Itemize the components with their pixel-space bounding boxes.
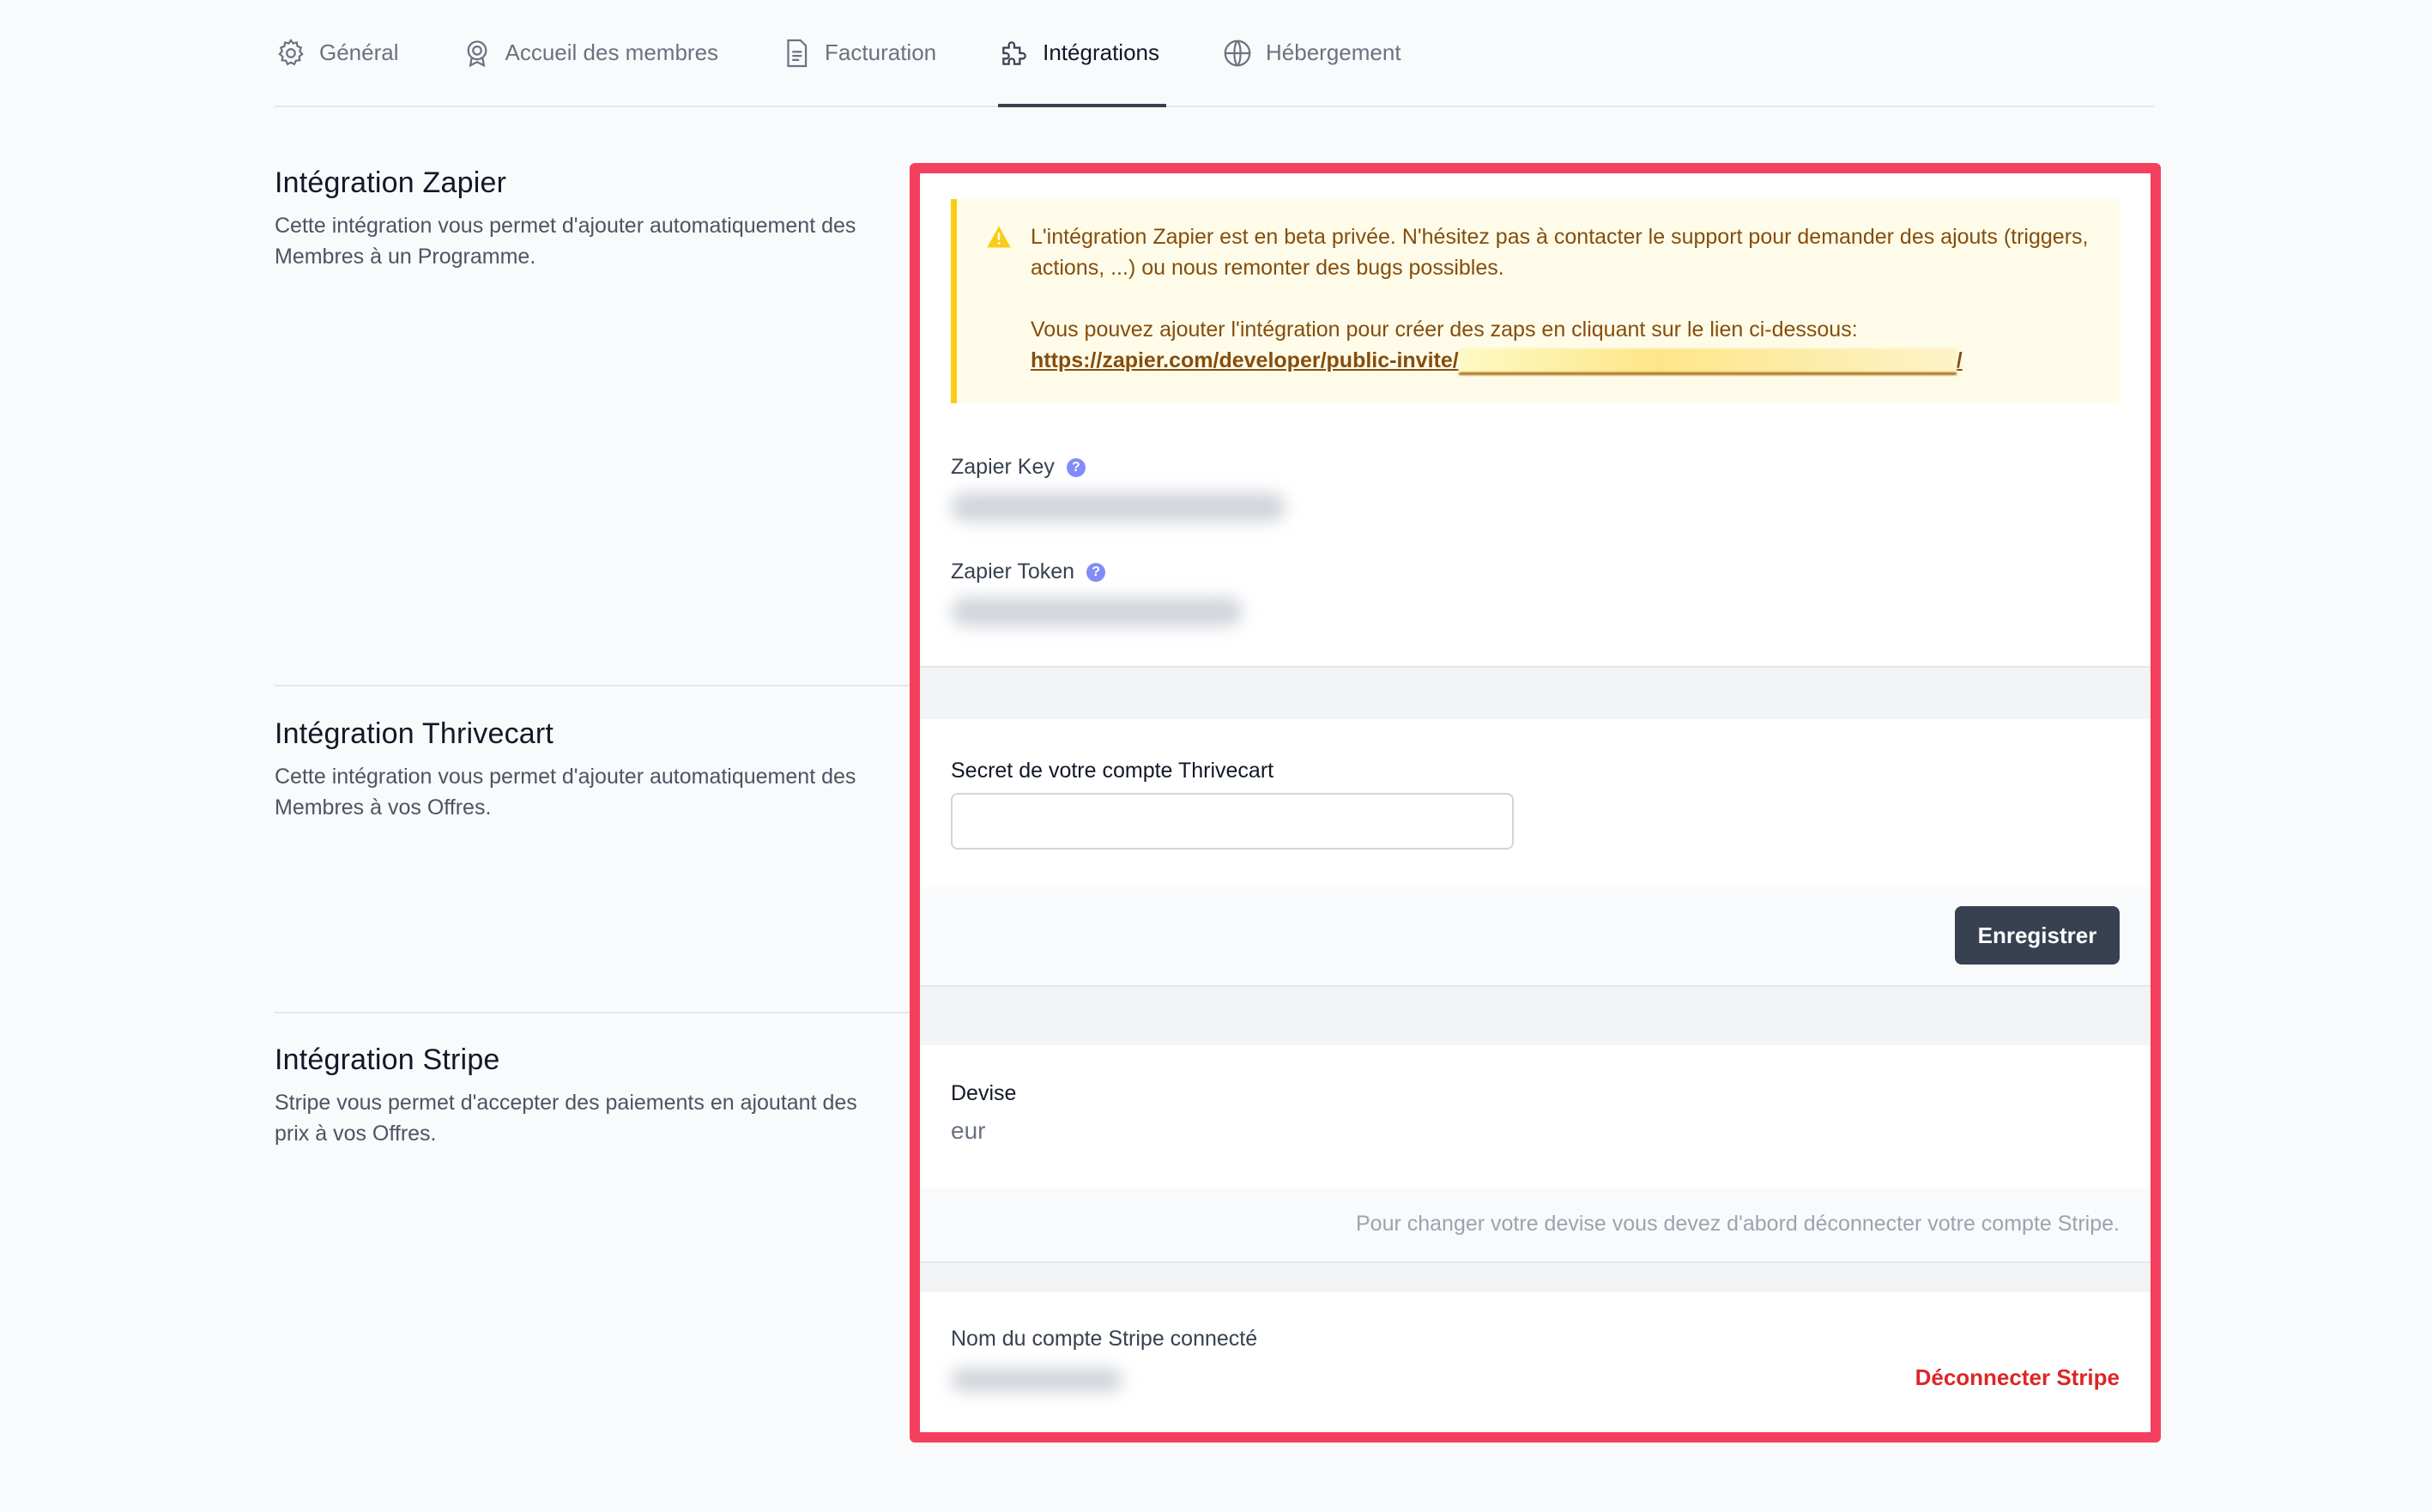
stripe-account-label: Nom du compte Stripe connecté xyxy=(951,1327,1257,1352)
tab-label: Général xyxy=(319,39,399,65)
link-suffix[interactable]: / xyxy=(1957,348,1963,372)
section-divider xyxy=(275,685,910,686)
section-description: Cette intégration vous permet d'ajouter … xyxy=(275,214,856,269)
help-icon[interactable]: ? xyxy=(1086,562,1106,582)
zapier-card: L'intégration Zapier est en beta privée.… xyxy=(920,173,2151,668)
warning-icon xyxy=(987,226,1011,248)
gear-icon xyxy=(275,37,307,70)
thrivecart-card-footer: Enregistrer xyxy=(920,887,2151,987)
tab-hebergement[interactable]: Hébergement xyxy=(1221,0,1401,106)
zapier-key-value xyxy=(951,493,1286,522)
alert-line: Vous pouvez ajouter l'intégration pour c… xyxy=(1031,318,1858,342)
badge-icon xyxy=(461,37,493,70)
disconnect-stripe-link[interactable]: Déconnecter Stripe xyxy=(1915,1364,2120,1391)
label-text: Secret de votre compte Thrivecart xyxy=(951,759,1274,783)
thrivecart-secret-input[interactable] xyxy=(951,793,1514,850)
receipt-icon xyxy=(780,37,813,70)
stripe-account-name xyxy=(951,1368,1122,1392)
section-title: Intégration Stripe xyxy=(275,1043,500,1076)
tab-accueil-membres[interactable]: Accueil des membres xyxy=(461,0,719,106)
zapier-invite-link[interactable]: https://zapier.com/developer/public-invi… xyxy=(1031,345,2103,376)
zapier-section-intro: Intégration Zapier Cette intégration vou… xyxy=(275,166,875,272)
alert-text: L'intégration Zapier est en beta privée.… xyxy=(1031,221,2103,376)
help-icon[interactable]: ? xyxy=(1066,457,1086,477)
currency-label: Devise xyxy=(951,1081,1016,1106)
puzzle-icon xyxy=(998,37,1031,70)
section-divider xyxy=(275,1012,910,1013)
thrivecart-secret-label: Secret de votre compte Thrivecart xyxy=(951,759,1273,783)
section-title: Intégration Zapier xyxy=(275,166,507,199)
section-description: Cette intégration vous permet d'ajouter … xyxy=(275,765,856,820)
stripe-account-card: Nom du compte Stripe connecté Déconnecte… xyxy=(920,1292,2151,1432)
thrivecart-section-intro: Intégration Thrivecart Cette intégration… xyxy=(275,717,875,823)
zapier-token-value xyxy=(951,597,1243,626)
link-prefix[interactable]: https://zapier.com/developer/public-invi… xyxy=(1031,348,1459,372)
thrivecart-card: Secret de votre compte Thrivecart xyxy=(920,719,2151,887)
tab-general[interactable]: Général xyxy=(275,0,399,106)
stripe-currency-card: Devise eur xyxy=(920,1045,2151,1188)
settings-tabs: Général Accueil des membres Facturation … xyxy=(275,0,2154,107)
section-description: Stripe vous permet d'accepter des paieme… xyxy=(275,1091,857,1146)
label-text: Zapier Token xyxy=(951,559,1075,584)
redacted-link-part xyxy=(1458,348,1957,375)
integrations-panel: L'intégration Zapier est en beta privée.… xyxy=(910,163,2161,1442)
zapier-key-label: Zapier Key ? xyxy=(951,455,1086,480)
section-title: Intégration Thrivecart xyxy=(275,717,554,750)
stripe-currency-footer: Pour changer votre devise vous devez d'a… xyxy=(920,1188,2151,1263)
currency-value: eur xyxy=(951,1117,986,1144)
tab-label: Accueil des membres xyxy=(505,39,719,65)
alert-line: L'intégration Zapier est en beta privée.… xyxy=(1031,225,2089,280)
tab-label: Intégrations xyxy=(1043,39,1159,65)
tab-integrations[interactable]: Intégrations xyxy=(998,0,1166,107)
currency-hint: Pour changer votre devise vous devez d'a… xyxy=(1355,1212,2120,1236)
label-text: Zapier Key xyxy=(951,455,1055,479)
zapier-beta-alert: L'intégration Zapier est en beta privée.… xyxy=(951,199,2120,403)
save-button[interactable]: Enregistrer xyxy=(1955,906,2120,965)
stripe-section-intro: Intégration Stripe Stripe vous permet d'… xyxy=(275,1043,875,1149)
tab-label: Facturation xyxy=(825,39,937,65)
label-text: Nom du compte Stripe connecté xyxy=(951,1327,1258,1351)
tab-facturation[interactable]: Facturation xyxy=(780,0,936,106)
globe-icon xyxy=(1221,37,1254,70)
tab-label: Hébergement xyxy=(1266,39,1401,65)
zapier-token-label: Zapier Token ? xyxy=(951,559,1106,584)
label-text: Devise xyxy=(951,1081,1017,1105)
